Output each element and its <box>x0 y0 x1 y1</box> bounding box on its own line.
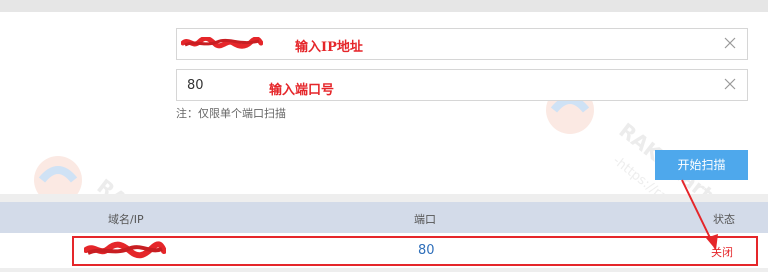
close-icon[interactable] <box>723 36 737 50</box>
close-icon[interactable] <box>723 77 737 91</box>
results-table-header: 域名/IP 端口 状态 <box>0 202 768 233</box>
column-header-status: 状态 <box>713 213 735 226</box>
section-divider <box>0 194 768 202</box>
column-header-domain: 域名/IP <box>108 213 144 226</box>
ip-annotation: 输入IP地址 <box>295 40 363 55</box>
row-port-value: 80 <box>418 243 435 258</box>
start-scan-button[interactable]: 开始扫描 <box>655 150 748 180</box>
top-divider-bar <box>0 0 768 12</box>
column-header-port: 端口 <box>414 213 436 226</box>
row-status-value: 关闭 <box>711 246 733 259</box>
port-value: 80 <box>187 78 204 93</box>
redacted-ip-scribble <box>181 37 263 49</box>
port-input[interactable]: 80 输入端口号 <box>176 69 748 101</box>
port-annotation: 输入端口号 <box>269 83 335 98</box>
bottom-divider-bar <box>0 268 768 272</box>
redacted-domain-scribble <box>84 241 166 259</box>
table-row: 80 关闭 <box>0 233 768 268</box>
ip-input[interactable]: 输入IP地址 <box>176 28 748 60</box>
scan-note: 注：仅限单个端口扫描 <box>176 107 286 120</box>
highlight-box <box>72 236 758 266</box>
